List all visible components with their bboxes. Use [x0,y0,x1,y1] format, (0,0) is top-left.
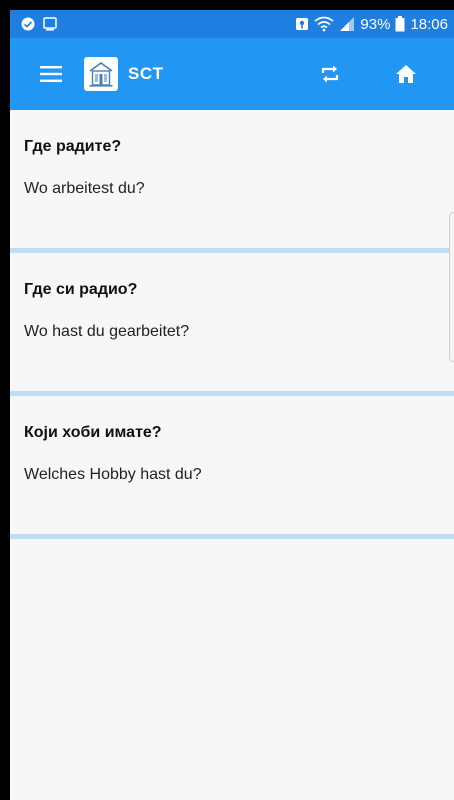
app-bar: SCT [10,38,454,110]
vpn-key-icon [295,17,309,31]
app-screen: 93% 18:06 SCT Где радите? Wo arbeitest d… [10,10,454,800]
wifi-icon [314,16,334,32]
battery-icon [395,16,405,32]
phrase-card[interactable]: Где си радио? Wo hast du gearbeitet? [10,253,454,396]
home-icon[interactable] [382,50,430,98]
phrase-translation: Welches Hobby hast du? [24,466,202,483]
phrase-list: Где радите? Wo arbeitest du? Где си ради… [10,110,454,539]
app-bar-actions [306,38,454,110]
app-title: SCT [128,64,164,83]
status-left-icons [20,16,58,32]
phrase-question: Који хоби имате? [24,424,162,441]
status-bar: 93% 18:06 [10,10,454,38]
hamburger-menu-icon[interactable] [36,59,66,89]
phrase-translation: Wo hast du gearbeitet? [24,323,190,340]
screen-frame: 93% 18:06 SCT Где радите? Wo arbeitest d… [0,0,454,800]
phrase-question: Где си радио? [24,281,138,298]
scrollbar-thumb[interactable] [449,212,454,362]
signal-icon [339,16,355,32]
repeat-icon[interactable] [306,50,354,98]
phrase-card[interactable]: Где радите? Wo arbeitest du? [10,110,454,253]
battery-percent: 93% [360,15,391,33]
screen-cast-icon [42,16,58,32]
status-right-icons: 93% 18:06 [295,16,448,32]
phrase-translation: Wo arbeitest du? [24,180,145,197]
status-clock: 18:06 [410,15,448,33]
phrase-question: Где радите? [24,138,122,155]
notification-dot-icon [20,16,36,32]
phrase-card[interactable]: Који хоби имате? Welches Hobby hast du? [10,396,454,539]
sct-building-logo [84,57,118,91]
